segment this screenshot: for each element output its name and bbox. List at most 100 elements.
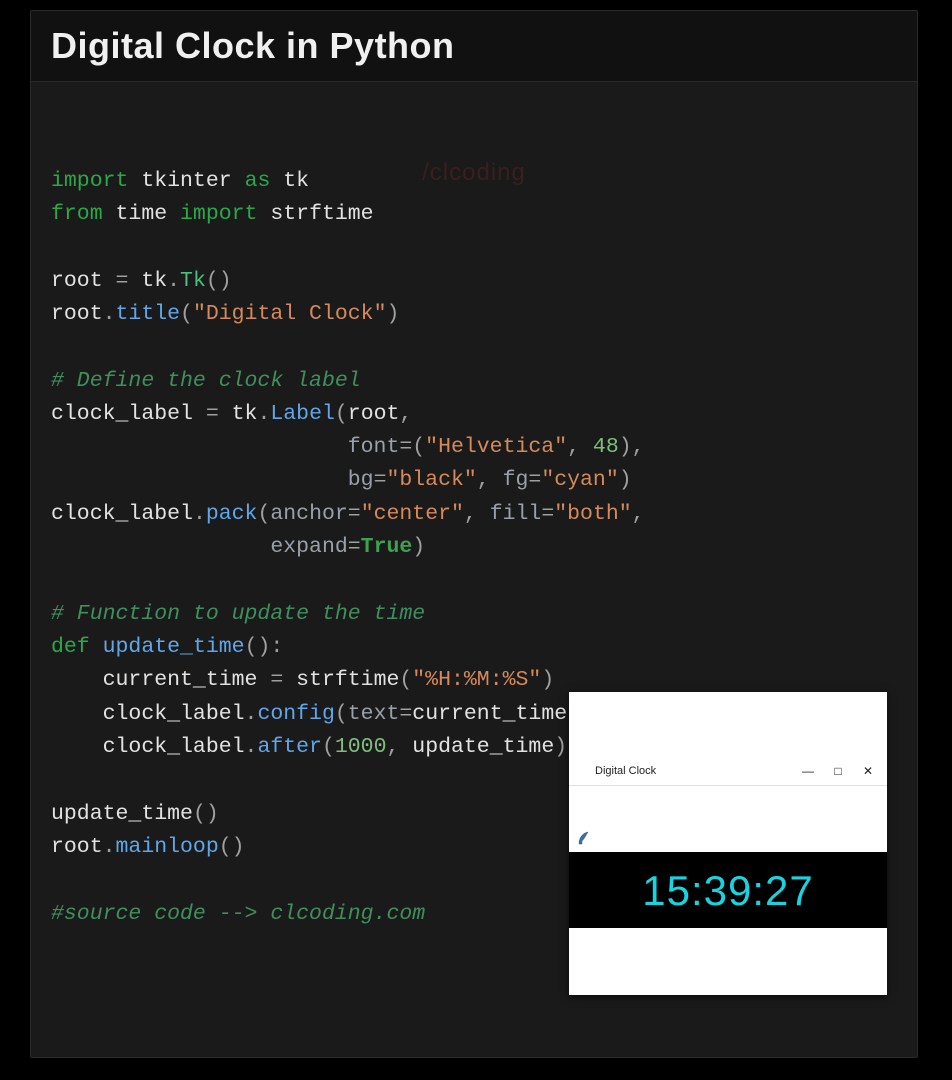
kw-as: as xyxy=(245,169,271,193)
paren-close: ) xyxy=(619,468,632,492)
title-bar: Digital Clock in Python xyxy=(31,11,917,82)
str-dc: "Digital Clock" xyxy=(193,302,387,326)
arg-root: root xyxy=(348,402,400,426)
fn-title: title xyxy=(116,302,181,326)
num-48: 48 xyxy=(593,435,619,459)
comma: , xyxy=(632,502,645,526)
mod-tkinter: tkinter xyxy=(141,169,231,193)
comma: , xyxy=(399,402,412,426)
var-root2: root xyxy=(51,302,103,326)
clock-window-title: Digital Clock xyxy=(595,763,793,780)
str-center: "center" xyxy=(361,502,464,526)
comma: , xyxy=(567,435,580,459)
fn-config: config xyxy=(257,702,334,726)
paren-open: ( xyxy=(257,502,270,526)
eq: = xyxy=(348,502,361,526)
comma: , xyxy=(386,735,399,759)
feather-icon xyxy=(577,765,589,779)
kw-from: from xyxy=(51,202,103,226)
fn-strftime: strftime xyxy=(270,202,373,226)
paren-open: ( xyxy=(335,402,348,426)
fn-mainloop: mainloop xyxy=(116,835,219,859)
clock-titlebar: Digital Clock — □ ✕ xyxy=(569,759,887,786)
alias-tk: tk xyxy=(283,169,309,193)
dot: . xyxy=(193,502,206,526)
paren-open: ( xyxy=(322,735,335,759)
var-cl4: clock_label xyxy=(103,735,245,759)
comma: , xyxy=(464,502,477,526)
eq: = xyxy=(528,468,541,492)
cls-Tk: Tk xyxy=(180,269,206,293)
kw-text: text xyxy=(348,702,400,726)
var-root: root xyxy=(51,269,103,293)
ref-tk: tk xyxy=(141,269,167,293)
eq: = xyxy=(541,502,554,526)
paren-close: ) xyxy=(412,535,425,559)
dot: . xyxy=(245,735,258,759)
kw-import: import xyxy=(51,169,128,193)
paren-close: ) xyxy=(554,735,567,759)
kw-fill: fill xyxy=(490,502,542,526)
eq: = xyxy=(399,702,412,726)
paren-open: ( xyxy=(335,702,348,726)
minimize-button[interactable]: — xyxy=(793,759,823,785)
call-ut: update_time xyxy=(51,802,193,826)
var-clocklabel: clock_label xyxy=(51,402,193,426)
var-clocklabel2: clock_label xyxy=(51,502,193,526)
def-rest: (): xyxy=(245,635,284,659)
dot: . xyxy=(103,302,116,326)
op-eq: = xyxy=(116,269,129,293)
var-ct: current_time xyxy=(103,668,258,692)
page-title: Digital Clock in Python xyxy=(51,25,897,67)
dot: . xyxy=(103,835,116,859)
paren-open: ( xyxy=(399,668,412,692)
clock-window: Digital Clock — □ ✕ 15:39:27 xyxy=(569,692,887,995)
comma: , xyxy=(477,468,490,492)
kw-fg: fg xyxy=(503,468,529,492)
kw-def: def xyxy=(51,635,90,659)
str-black: "black" xyxy=(386,468,476,492)
fn-pack: pack xyxy=(206,502,258,526)
ref-tk2: tk xyxy=(232,402,258,426)
str-fmt: "%H:%M:%S" xyxy=(412,668,541,692)
var-ct2: current_time xyxy=(412,702,567,726)
str-helv: "Helvetica" xyxy=(425,435,567,459)
watermark: /clcoding xyxy=(422,154,526,191)
str-both: "both" xyxy=(554,502,631,526)
eq: = xyxy=(374,468,387,492)
cls-Label: Label xyxy=(270,402,335,426)
var-cl3: clock_label xyxy=(103,702,245,726)
comment-3: #source code --> clcoding.com xyxy=(51,902,425,926)
num-1000: 1000 xyxy=(335,735,387,759)
paren: () xyxy=(219,835,245,859)
code-block: /clcoding import tkinter as tk from time… xyxy=(31,82,917,1057)
ref-ut: update_time xyxy=(412,735,554,759)
dot: . xyxy=(167,269,180,293)
paren-close: ) xyxy=(386,302,399,326)
paren-close: ) xyxy=(619,435,632,459)
var-root3: root xyxy=(51,835,103,859)
kw-anchor: anchor xyxy=(270,502,347,526)
kw-font: font xyxy=(348,435,400,459)
paren-open: ( xyxy=(412,435,425,459)
fn-after: after xyxy=(257,735,322,759)
content-card: Digital Clock in Python /clcoding import… xyxy=(30,10,918,1058)
eq: = xyxy=(399,435,412,459)
maximize-button[interactable]: □ xyxy=(823,759,853,785)
kw-import2: import xyxy=(180,202,257,226)
paren: () xyxy=(193,802,219,826)
comma: , xyxy=(632,435,645,459)
comment-1: # Define the clock label xyxy=(51,369,361,393)
fn-strftime2: strftime xyxy=(296,668,399,692)
paren: () xyxy=(206,269,232,293)
kw-expand: expand xyxy=(270,535,347,559)
kw-bg: bg xyxy=(348,468,374,492)
eq: = xyxy=(270,668,283,692)
dot: . xyxy=(257,402,270,426)
eq: = xyxy=(348,535,361,559)
clock-time: 15:39:27 xyxy=(642,858,814,923)
dot: . xyxy=(245,702,258,726)
close-button[interactable]: ✕ xyxy=(853,759,883,785)
bool-true: True xyxy=(361,535,413,559)
op-eq: = xyxy=(206,402,219,426)
